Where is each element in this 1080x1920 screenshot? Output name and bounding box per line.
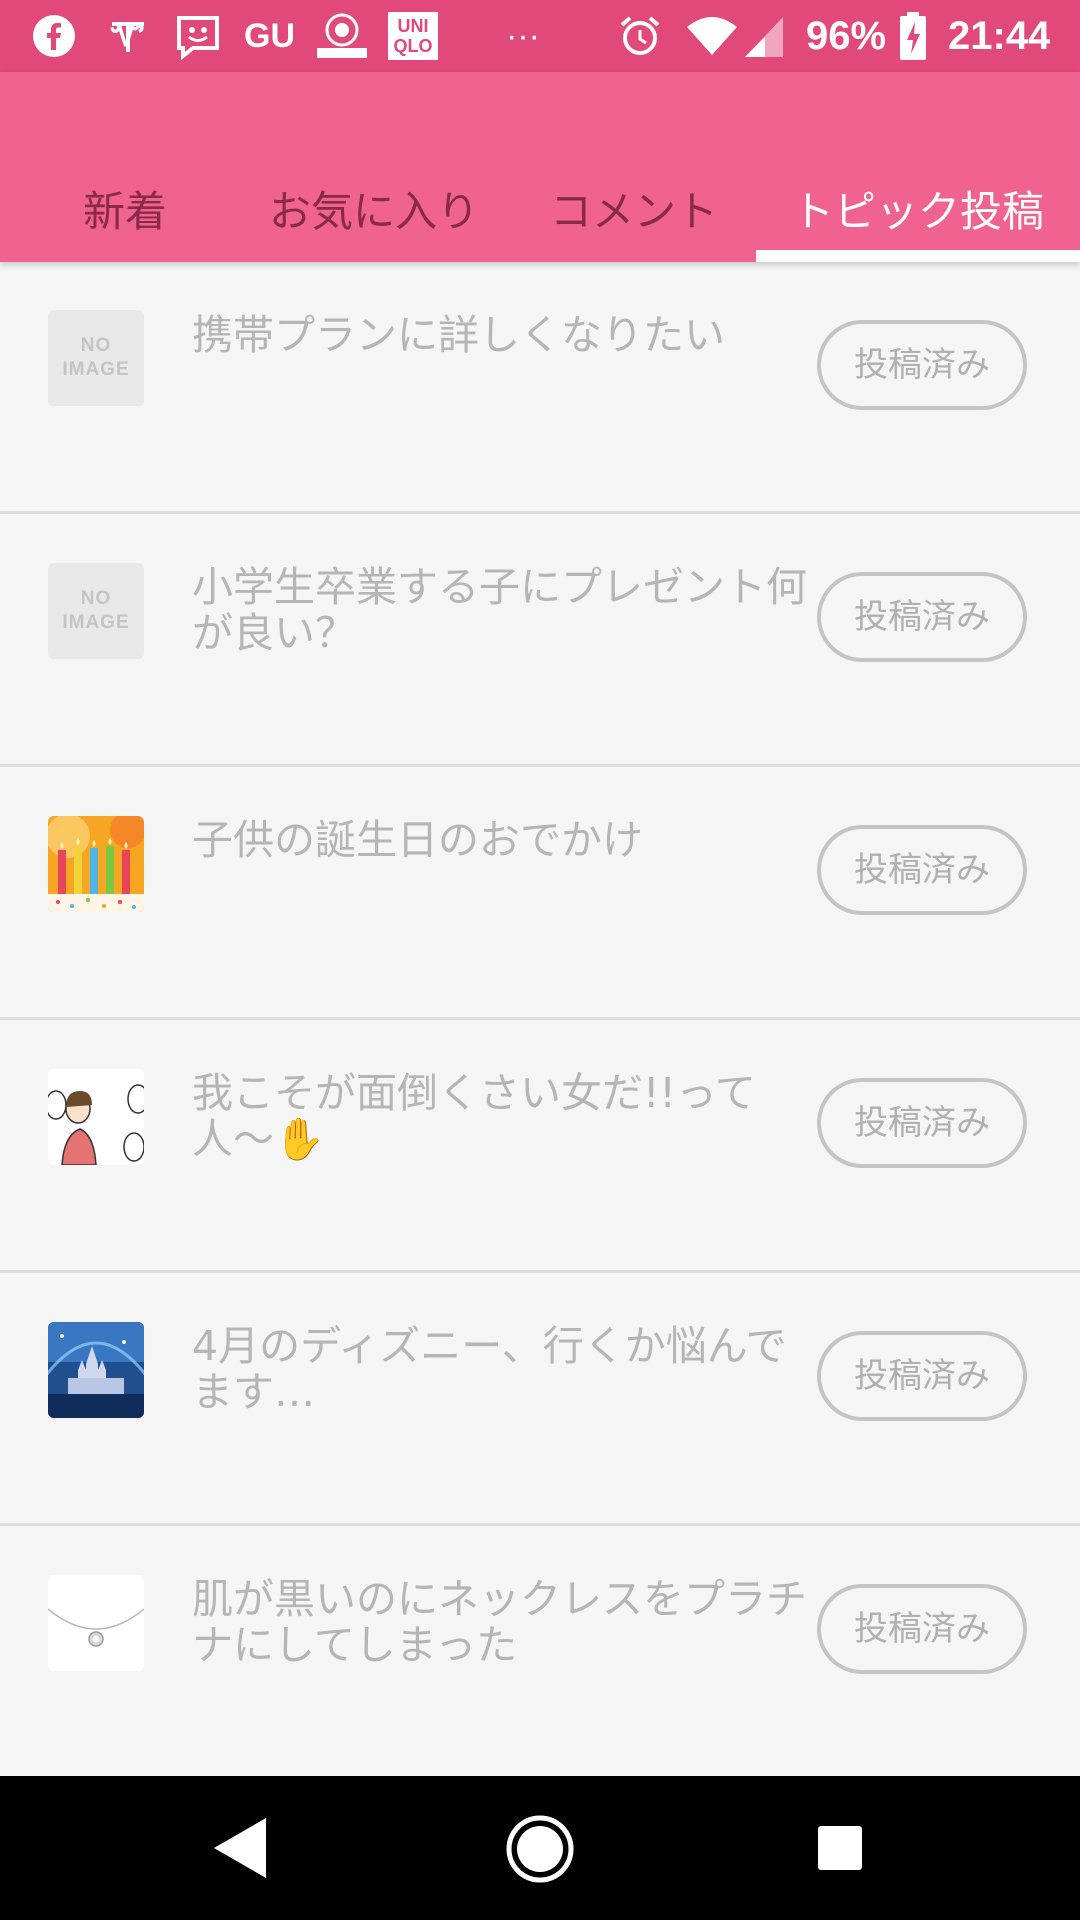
status-bar: Ꮙ GU UNI QLO ··· 96% 21:44 xyxy=(0,0,1080,72)
birthday-candles-image xyxy=(48,816,144,912)
castle-image xyxy=(48,1322,144,1418)
no-image-label: IMAGE xyxy=(62,359,130,380)
list-item[interactable]: 子供の誕生日のおでかけ 投稿済み xyxy=(0,767,1080,1020)
svg-text:QLO: QLO xyxy=(394,36,433,56)
tab-comments[interactable]: コメント xyxy=(536,162,732,262)
posted-button[interactable]: 投稿済み xyxy=(817,572,1027,662)
facebook-icon xyxy=(30,12,78,60)
list-item[interactable]: NO IMAGE 携帯プランに詳しくなりたい 投稿済み xyxy=(0,262,1080,514)
back-icon[interactable] xyxy=(210,1816,270,1880)
recents-icon[interactable] xyxy=(816,1824,864,1872)
list-item[interactable]: 4月のディズニー、行くか悩んでます… 投稿済み xyxy=(0,1273,1080,1526)
app-icon: Ꮙ xyxy=(104,12,152,60)
wifi-icon xyxy=(684,12,740,60)
uniqlo-icon: UNI QLO xyxy=(388,12,438,60)
tab-new[interactable]: 新着 xyxy=(38,162,212,262)
posted-button[interactable]: 投稿済み xyxy=(817,825,1027,915)
posted-button[interactable]: 投稿済み xyxy=(817,1078,1027,1168)
topic-title: 我こそが面倒くさい女だ!!って人〜✋ xyxy=(192,1069,756,1163)
active-tab-indicator xyxy=(756,250,1080,262)
topic-title: 携帯プランに詳しくなりたい xyxy=(192,311,725,359)
list-item[interactable]: NO IMAGE 小学生卒業する子にプレゼント何が良い？ 投稿済み xyxy=(0,514,1080,767)
list-item[interactable]: 肌が黒いのにネックレスをプラチナにしてしまった 投稿済み xyxy=(0,1526,1080,1779)
clock: 21:44 xyxy=(948,14,1051,58)
svg-text:UNI: UNI xyxy=(398,16,429,36)
no-image-label: NO xyxy=(80,588,112,609)
battery-percent: 96% xyxy=(806,14,887,58)
tab-bar: 新着 お気に入り コメント トピック投稿 xyxy=(0,72,1080,262)
illustration-image xyxy=(48,1069,144,1165)
necklace-image xyxy=(48,1575,144,1671)
list-item[interactable]: 我こそが面倒くさい女だ!!って人〜✋ 投稿済み xyxy=(0,1020,1080,1273)
more-icon: ··· xyxy=(506,17,540,55)
aeon-icon xyxy=(314,12,370,60)
posted-button[interactable]: 投稿済み xyxy=(817,320,1027,410)
topic-title: 4月のディズニー、行くか悩んでます… xyxy=(192,1322,787,1416)
no-image-label: IMAGE xyxy=(62,612,130,633)
posted-button[interactable]: 投稿済み xyxy=(817,1331,1027,1421)
gu-icon: GU xyxy=(244,17,295,55)
tab-favorites[interactable]: お気に入り xyxy=(262,162,486,262)
battery-charging-icon xyxy=(898,12,928,60)
topic-title: 肌が黒いのにネックレスをプラチナにしてしまった xyxy=(192,1575,807,1669)
topic-list: NO IMAGE 携帯プランに詳しくなりたい 投稿済み NO IMAGE 小学生… xyxy=(0,262,1080,1779)
no-image-label: NO xyxy=(80,335,112,356)
topic-title: 小学生卒業する子にプレゼント何が良い？ xyxy=(192,563,807,657)
tab-topic-posts[interactable]: トピック投稿 xyxy=(776,162,1060,262)
home-icon[interactable] xyxy=(505,1814,575,1884)
no-image-thumbnail: NO IMAGE xyxy=(48,310,144,406)
smile-app-icon xyxy=(170,12,226,60)
posted-button[interactable]: 投稿済み xyxy=(817,1584,1027,1674)
signal-icon xyxy=(742,12,786,60)
navigation-bar xyxy=(0,1776,1080,1920)
topic-title: 子供の誕生日のおでかけ xyxy=(192,816,643,864)
no-image-thumbnail: NO IMAGE xyxy=(48,563,144,659)
alarm-icon xyxy=(616,12,664,60)
